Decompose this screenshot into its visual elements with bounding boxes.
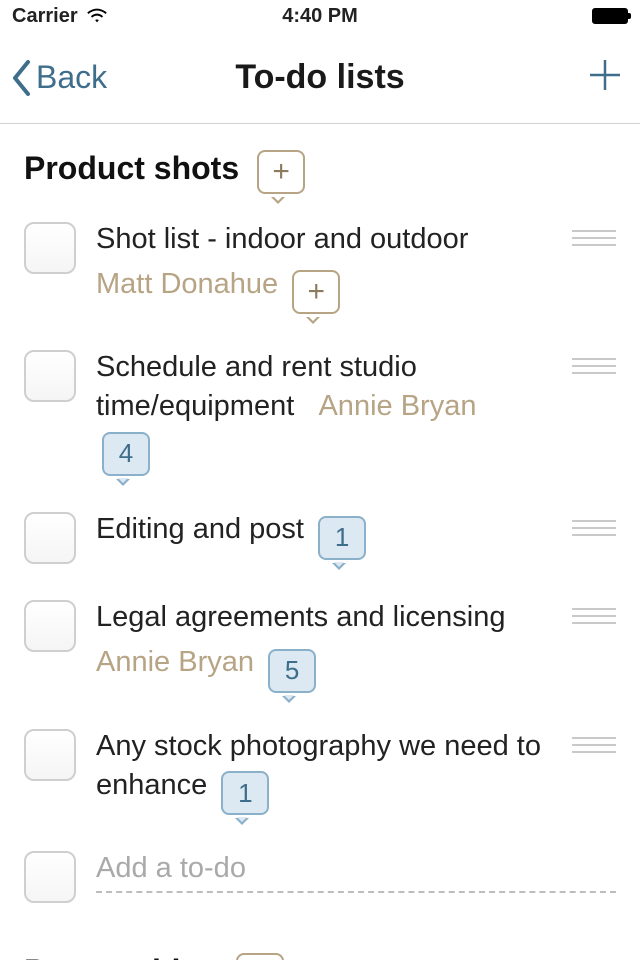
- todo-assignee: Matt Donahue: [96, 268, 278, 300]
- todo-body[interactable]: Editing and post 1: [96, 510, 548, 560]
- chevron-left-icon: [10, 59, 32, 97]
- todo-comment-count[interactable]: 4: [102, 432, 150, 476]
- todo-body[interactable]: Shot list - indoor and outdoor Matt Dona…: [96, 220, 548, 314]
- todo-row: Any stock photography we need to enhance…: [24, 727, 616, 816]
- drag-handle[interactable]: [568, 608, 616, 624]
- todo-title: Editing and post: [96, 513, 304, 545]
- todo-add-comment-button[interactable]: +: [292, 270, 340, 314]
- nav-bar: Back To-do lists: [0, 32, 640, 124]
- todo-title: Any stock photography we need to enhance: [96, 730, 541, 801]
- todo-row: Editing and post 1: [24, 510, 616, 564]
- todo-body[interactable]: Schedule and rent studio time/equipment …: [96, 348, 548, 476]
- todo-title: Legal agreements and licensing: [96, 601, 506, 633]
- todo-checkbox[interactable]: [24, 600, 76, 652]
- drag-handle[interactable]: [568, 520, 616, 536]
- todo-checkbox[interactable]: [24, 222, 76, 274]
- todo-comment-count[interactable]: 1: [221, 771, 269, 815]
- todo-checkbox[interactable]: [24, 512, 76, 564]
- todo-row: Shot list - indoor and outdoor Matt Dona…: [24, 220, 616, 314]
- comment-count-value: 1: [238, 776, 252, 811]
- section-header-product-shots: Product shots +: [24, 150, 616, 194]
- drag-handle[interactable]: [568, 737, 616, 753]
- status-time: 4:40 PM: [282, 5, 358, 28]
- status-bar: Carrier 4:40 PM: [0, 0, 640, 32]
- todo-body[interactable]: Legal agreements and licensing Annie Bry…: [96, 598, 548, 693]
- add-list-button[interactable]: [588, 58, 622, 97]
- section-header-promo-video: Promo video +: [24, 953, 616, 960]
- todo-row: Legal agreements and licensing Annie Bry…: [24, 598, 616, 693]
- todo-checkbox[interactable]: [24, 851, 76, 903]
- wifi-icon: [86, 7, 108, 25]
- back-button[interactable]: Back: [10, 59, 107, 97]
- section-title: Product shots: [24, 150, 239, 187]
- todo-body[interactable]: Any stock photography we need to enhance…: [96, 727, 548, 816]
- section-add-comment-button[interactable]: +: [257, 150, 305, 194]
- todo-comment-count[interactable]: 1: [318, 516, 366, 560]
- content-area: Product shots + Shot list - indoor and o…: [0, 124, 640, 960]
- status-carrier: Carrier: [12, 5, 108, 28]
- back-label: Back: [36, 59, 107, 96]
- todo-comment-count[interactable]: 5: [268, 649, 316, 693]
- section-title: Promo video: [24, 953, 218, 960]
- todo-row: Schedule and rent studio time/equipment …: [24, 348, 616, 476]
- status-battery: [592, 8, 628, 24]
- todo-checkbox[interactable]: [24, 350, 76, 402]
- add-todo-placeholder[interactable]: Add a to-do: [96, 849, 616, 893]
- plus-icon: +: [307, 277, 325, 307]
- add-todo-row[interactable]: Add a to-do: [24, 849, 616, 903]
- plus-icon: [588, 58, 622, 92]
- plus-icon: +: [272, 157, 290, 187]
- todo-checkbox[interactable]: [24, 729, 76, 781]
- drag-handle[interactable]: [568, 358, 616, 374]
- comment-count-value: 1: [335, 520, 349, 555]
- comment-count-value: 4: [119, 436, 133, 471]
- carrier-label: Carrier: [12, 5, 78, 28]
- section-add-comment-button[interactable]: +: [236, 953, 284, 960]
- battery-icon: [592, 8, 628, 24]
- comment-count-value: 5: [285, 653, 299, 688]
- todo-title: Shot list - indoor and outdoor: [96, 223, 468, 255]
- page-title: To-do lists: [235, 58, 404, 97]
- drag-handle[interactable]: [568, 230, 616, 246]
- todo-assignee: Annie Bryan: [318, 390, 476, 422]
- todo-assignee: Annie Bryan: [96, 646, 254, 678]
